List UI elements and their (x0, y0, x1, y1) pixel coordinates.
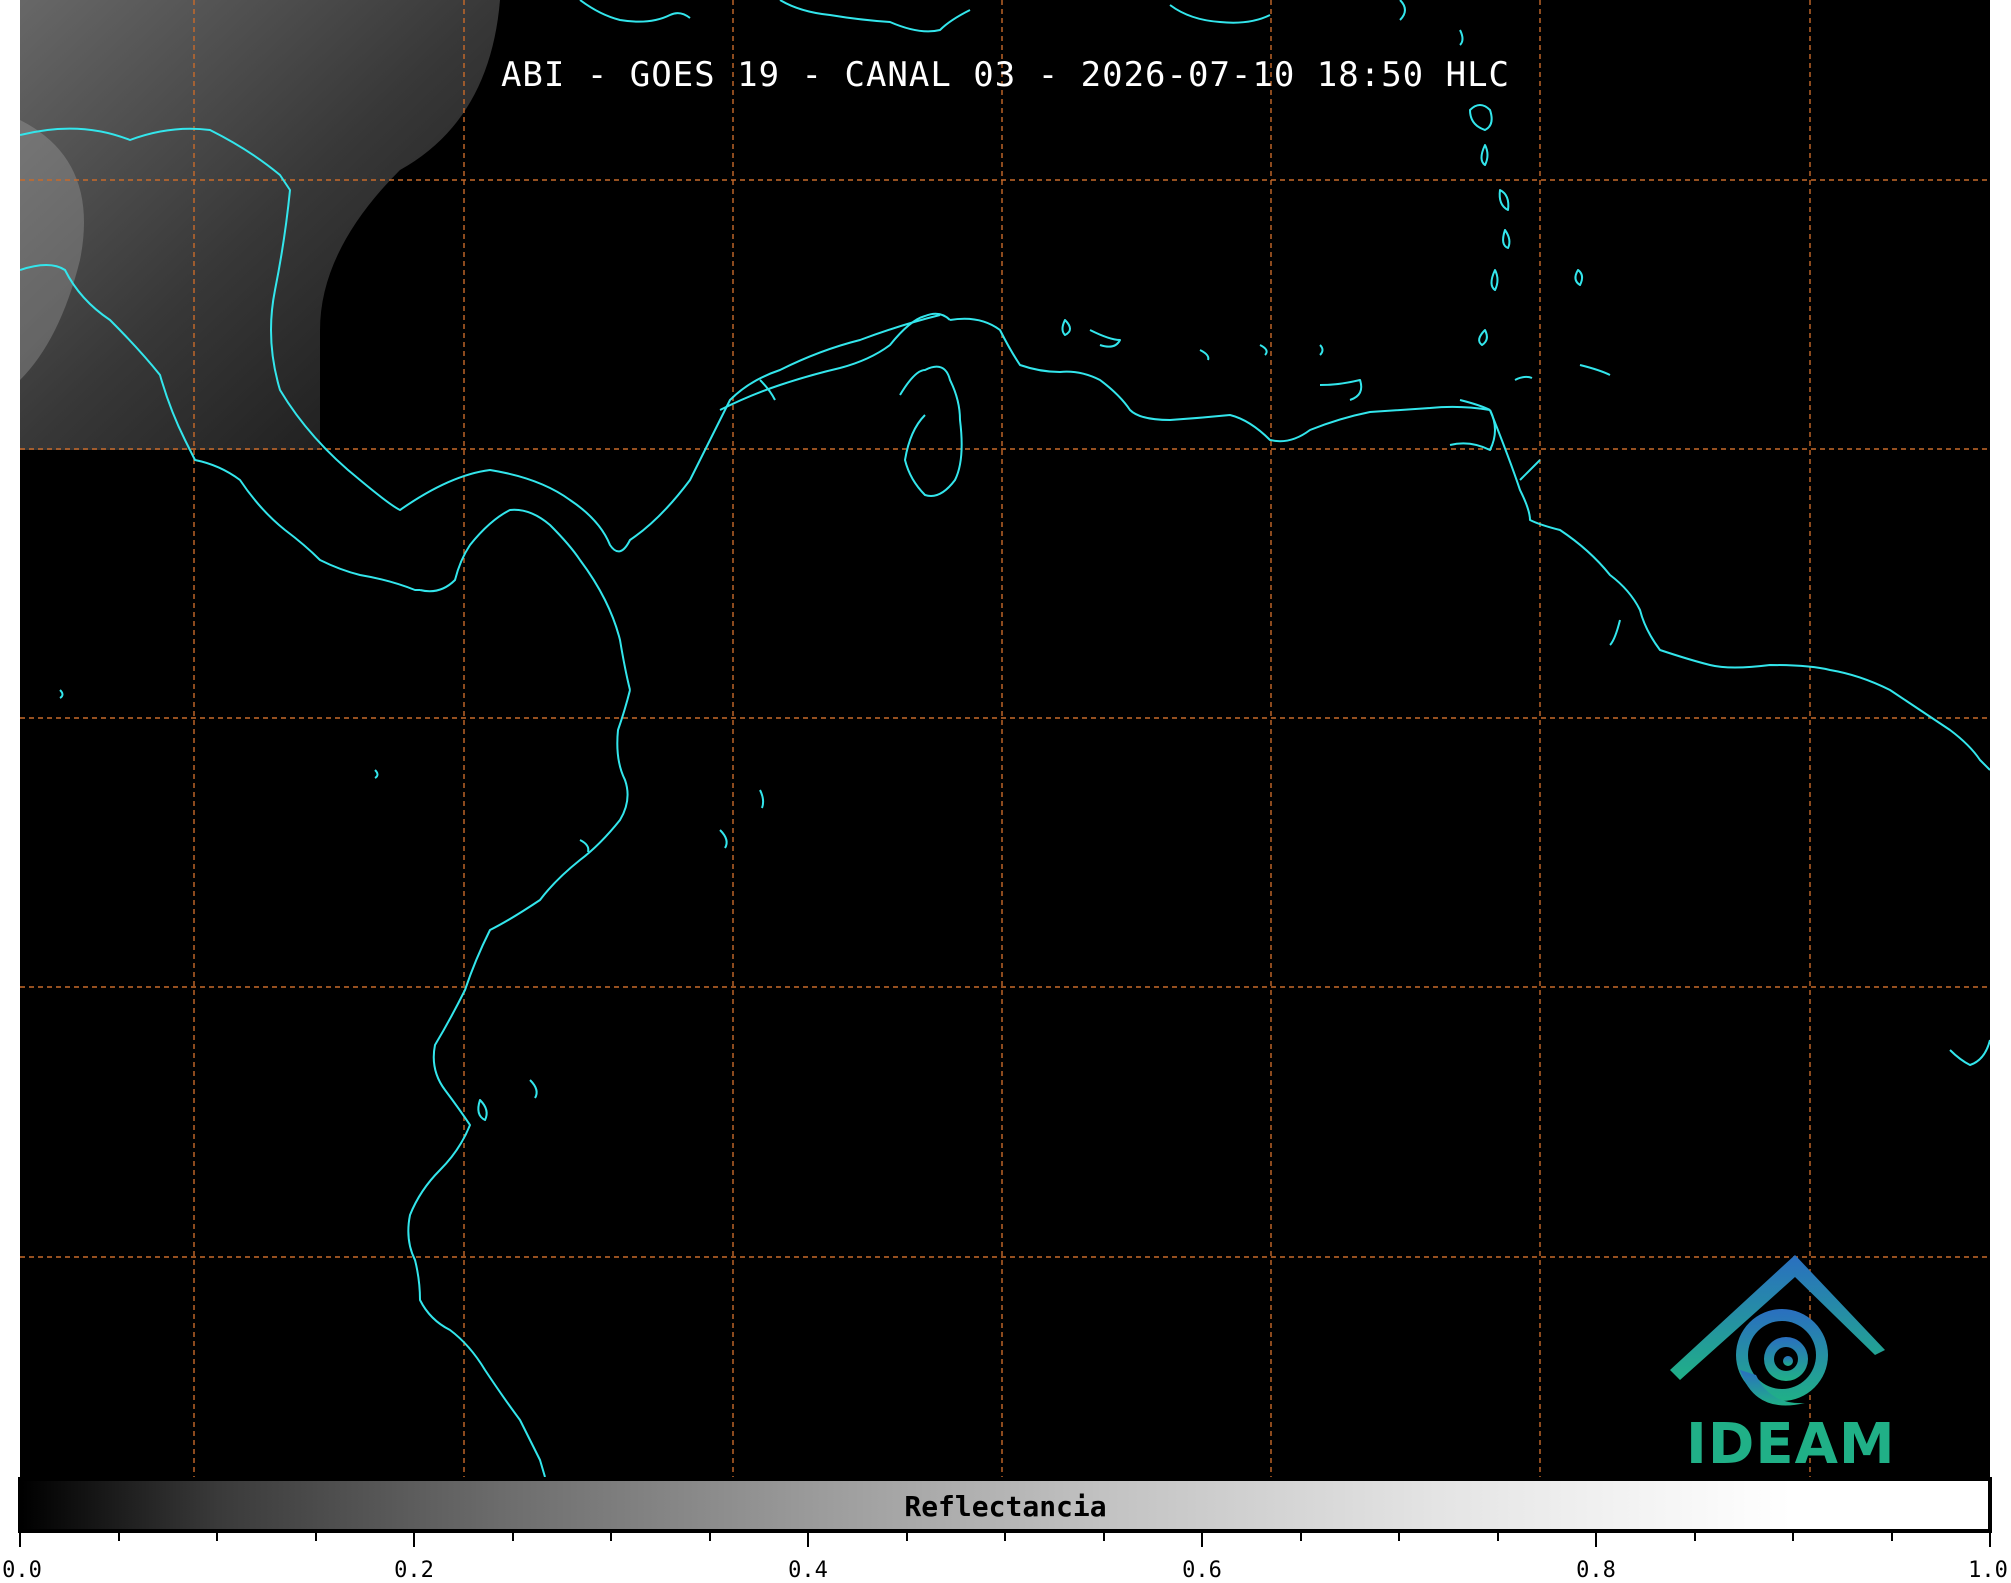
colorbar-tick-1: 0.2 (394, 1558, 434, 1583)
colorbar-ticks (19, 1533, 1991, 1547)
logo-text: IDEAM (1686, 1412, 1896, 1477)
colorbar-tick-2: 0.4 (788, 1558, 828, 1583)
colorbar-label: Reflectancia (904, 1490, 1107, 1523)
colorbar-tick-3: 0.6 (1182, 1558, 1222, 1583)
colorbar-tick-0: 0.0 (2, 1558, 42, 1583)
colorbar-tick-5: 1.0 (1968, 1558, 2008, 1583)
map-title: ABI - GOES 19 - CANAL 03 - 2026-07-10 18… (500, 55, 1511, 95)
colorbar-tick-4: 0.8 (1576, 1558, 1616, 1583)
